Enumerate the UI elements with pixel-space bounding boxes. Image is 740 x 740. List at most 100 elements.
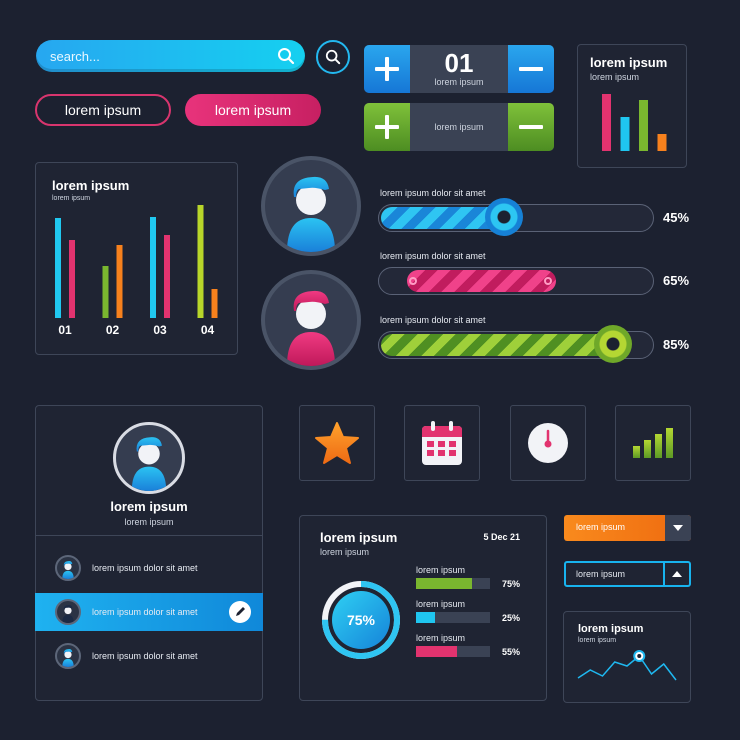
star-tile[interactable] [299, 405, 375, 481]
tick-label: 01 [58, 323, 72, 337]
stat-value: 25% [502, 613, 521, 623]
calendar-tile[interactable] [404, 405, 480, 481]
list-item-label: lorem ipsum dolor sit amet [92, 607, 198, 617]
outline-button[interactable]: lorem ipsum [35, 94, 171, 126]
tick-label: 02 [106, 323, 120, 337]
slider-label: lorem ipsum dolor sit amet [380, 188, 486, 198]
filled-button[interactable]: lorem ipsum [185, 94, 321, 126]
list-item-label: lorem ipsum dolor sit amet [92, 651, 198, 661]
profile-header: lorem ipsum lorem ipsum [36, 406, 262, 536]
plus-icon [375, 115, 399, 139]
slider-handle[interactable] [485, 198, 523, 236]
grouped-bar-chart: 01 02 03 04 [55, 205, 218, 337]
bar [164, 235, 170, 318]
user-icon [287, 176, 335, 252]
decrement-button[interactable] [508, 103, 554, 151]
stats-subtitle: lorem ipsum [320, 547, 370, 557]
stat-fill [416, 612, 435, 623]
increment-button[interactable] [364, 103, 410, 151]
profile-name: lorem ipsum [110, 499, 188, 514]
signal-bars-icon [633, 428, 673, 458]
dropdown-expanded[interactable]: lorem ipsum [564, 561, 691, 587]
clock-icon [528, 423, 568, 463]
avatar-male[interactable] [261, 156, 361, 256]
bar [116, 245, 123, 318]
stepper-label: lorem ipsum [434, 77, 484, 87]
dropdown-value: lorem ipsum [576, 569, 626, 579]
signal-tile[interactable] [615, 405, 691, 481]
bar [657, 134, 667, 151]
series-line [577, 654, 677, 681]
profile-subtitle: lorem ipsum [124, 517, 174, 527]
bar [102, 266, 109, 318]
data-point-center [637, 654, 642, 658]
stats-title: lorem ipsum [320, 530, 398, 545]
progress-slider-pink[interactable] [378, 267, 654, 295]
pencil-icon [236, 607, 245, 616]
number-stepper: 01 lorem ipsum [364, 45, 554, 93]
clock-tile[interactable] [510, 405, 586, 481]
line-chart-card: lorem ipsum lorem ipsum [563, 611, 691, 703]
list-item[interactable]: lorem ipsum dolor sit amet [36, 637, 262, 675]
dropdown-toggle[interactable] [663, 563, 689, 585]
slider-handle-start[interactable] [409, 277, 417, 285]
stat-bar [416, 612, 490, 623]
profile-panel: lorem ipsum lorem ipsum lorem ipsum dolo… [35, 405, 263, 701]
edit-button[interactable] [229, 601, 251, 623]
slider-handle[interactable] [594, 325, 632, 363]
stats-date: 5 Dec 21 [483, 532, 520, 542]
stat-fill [416, 578, 472, 589]
bar [620, 117, 630, 151]
line-chart [577, 650, 677, 681]
progress-slider-green[interactable] [378, 325, 654, 363]
user-icon [131, 437, 167, 491]
slider-value: 85% [663, 337, 690, 352]
star-icon [315, 422, 359, 464]
avatar [55, 643, 81, 669]
search-icon [278, 48, 295, 65]
mini-chart-card: lorem ipsum lorem ipsum [577, 44, 687, 168]
stepper-value: 01 [444, 48, 474, 78]
stat-label: lorem ipsum [416, 565, 466, 575]
stat-bar [416, 646, 490, 657]
slider-fill [407, 270, 556, 292]
stat-value: 75% [502, 579, 521, 589]
slider-handle-end[interactable] [544, 277, 552, 285]
tick-label: 03 [153, 323, 167, 337]
search-input[interactable] [50, 40, 270, 72]
avatar [55, 599, 81, 625]
bar [602, 94, 611, 151]
avatar [55, 555, 81, 581]
list-item[interactable]: lorem ipsum dolor sit amet [36, 549, 262, 587]
avatar-female[interactable] [261, 270, 361, 370]
bar [55, 218, 61, 318]
bar [639, 100, 648, 151]
profile-avatar[interactable] [113, 422, 185, 494]
dropdown-value: lorem ipsum [576, 522, 626, 532]
increment-button[interactable] [364, 45, 410, 93]
tick-label: 04 [201, 323, 215, 337]
list-item-label: lorem ipsum dolor sit amet [92, 563, 198, 573]
minus-icon [519, 125, 543, 129]
search-icon [325, 49, 341, 65]
stat-label: lorem ipsum [416, 599, 466, 609]
dropdown-collapsed[interactable]: lorem ipsum [564, 515, 691, 541]
bar [197, 205, 204, 318]
search-bar[interactable] [36, 40, 305, 72]
stepper-label: lorem ipsum [434, 122, 484, 132]
calendar-icon [422, 421, 462, 465]
dropdown-toggle[interactable] [665, 515, 691, 541]
stats-panel: lorem ipsum lorem ipsum 5 Dec 21 75% lor… [299, 515, 547, 701]
decrement-button[interactable] [508, 45, 554, 93]
slider-label: lorem ipsum dolor sit amet [380, 315, 486, 325]
bar-chart-card: lorem ipsum lorem ipsum 01 02 03 04 [35, 162, 238, 355]
stat-fill [416, 646, 457, 657]
progress-slider-blue[interactable] [378, 198, 654, 236]
search-button[interactable] [316, 40, 350, 74]
minus-icon [519, 67, 543, 71]
list-item-selected[interactable]: lorem ipsum dolor sit amet [35, 593, 263, 631]
ring-value: 75% [346, 612, 376, 628]
slider-value: 65% [663, 273, 690, 288]
chevron-up-icon [672, 571, 682, 577]
stat-bar [416, 578, 490, 589]
